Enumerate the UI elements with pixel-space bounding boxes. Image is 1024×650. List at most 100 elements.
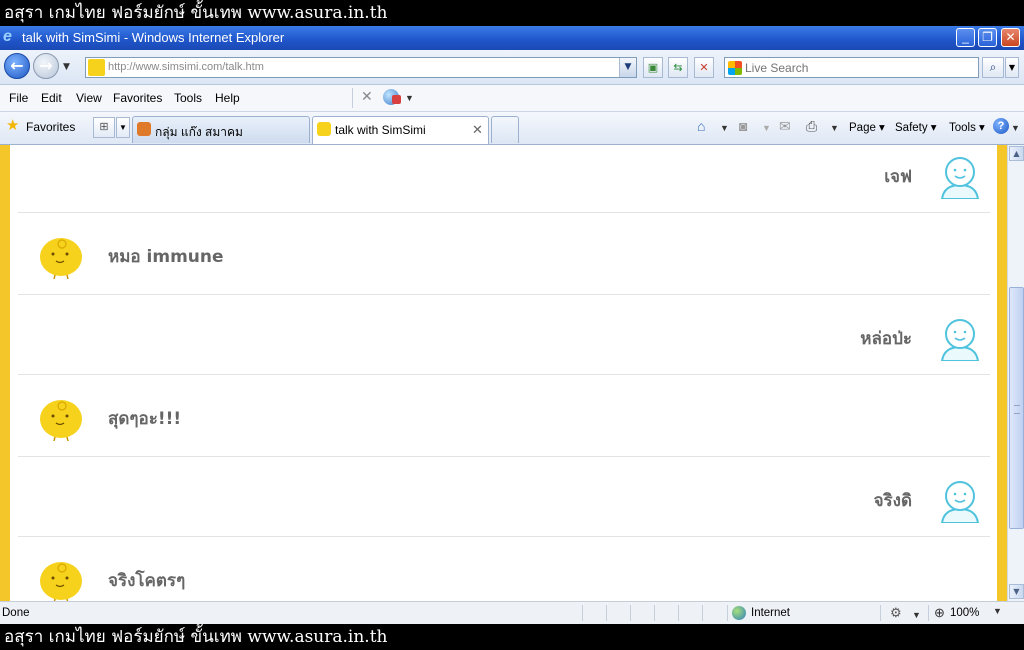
print-dropdown[interactable]: ▼ <box>830 123 839 133</box>
stop-icon[interactable]: ✕ <box>694 57 714 78</box>
home-icon[interactable]: ⌂ <box>697 118 705 134</box>
left-yellow-border <box>0 145 10 601</box>
top-banner: อสุรา เกมไทย ฟอร์มยักษ์ ขั้นเทพ www.asur… <box>0 0 1024 26</box>
window-title-bar: e talk with SimSimi - Windows Internet E… <box>0 26 1024 50</box>
address-url[interactable]: http://www.simsimi.com/talk.htm <box>108 58 264 77</box>
message-text: จริงโคตรๆ <box>108 571 186 591</box>
menu-favorites[interactable]: Favorites <box>113 91 162 105</box>
message-text: เจฟ <box>884 167 912 187</box>
safety-menu-button[interactable]: Safety ▾ <box>895 120 937 134</box>
status-divider <box>582 605 583 621</box>
search-options-dropdown[interactable]: ▼ <box>1005 57 1019 78</box>
page-menu-button[interactable]: Page ▾ <box>849 120 885 134</box>
status-divider <box>727 605 728 621</box>
tab-label: talk with SimSimi <box>335 123 426 137</box>
zoom-icon[interactable]: ⊕ <box>934 605 945 621</box>
tools-menu-button[interactable]: Tools ▾ <box>949 120 985 134</box>
internet-zone-icon <box>732 606 746 620</box>
status-divider <box>702 605 703 621</box>
status-divider <box>880 605 881 621</box>
address-dropdown-button[interactable]: ▼ <box>619 58 636 77</box>
tab-group-club[interactable]: กลุ่ม แก๊ง สมาคม <box>132 116 310 143</box>
chat-message-user: จริงดิ <box>18 457 990 537</box>
address-bar[interactable]: http://www.simsimi.com/talk.htm ▼ <box>85 57 637 78</box>
quick-tabs-icon[interactable]: ⊞ <box>93 117 115 138</box>
feeds-dropdown[interactable]: ▼ <box>762 123 771 133</box>
menu-file[interactable]: File <box>9 91 28 105</box>
chat-log: เจฟ หมอ immune หล่อป่ะ สุดๆอะ!!! จริงดิ … <box>18 145 990 601</box>
close-toolbar-icon[interactable]: ✕ <box>361 88 373 105</box>
back-button[interactable]: ← <box>4 53 30 79</box>
message-text: หล่อป่ะ <box>860 329 912 349</box>
simsimi-avatar-icon <box>40 400 82 441</box>
simsimi-avatar-icon <box>40 238 82 279</box>
user-avatar-icon <box>940 481 980 523</box>
new-tab-button[interactable] <box>491 116 519 143</box>
tab-close-icon[interactable]: ✕ <box>472 122 483 138</box>
minimize-button[interactable]: _ <box>956 28 975 47</box>
user-avatar-icon <box>940 157 980 199</box>
search-input[interactable] <box>745 59 973 76</box>
print-icon[interactable]: ⎙ <box>806 118 817 134</box>
message-text: จริงดิ <box>873 491 912 511</box>
chat-message-user: เจฟ <box>18 145 990 213</box>
right-yellow-border <box>997 145 1007 601</box>
status-divider <box>654 605 655 621</box>
help-dropdown[interactable]: ▼ <box>1011 123 1020 133</box>
toolbar-addon-dropdown[interactable]: ▼ <box>405 93 414 103</box>
status-divider <box>678 605 679 621</box>
chat-message-simsimi: จริงโคตรๆ <box>18 537 990 601</box>
zoom-level[interactable]: 100% <box>950 607 979 619</box>
mail-icon[interactable]: ✉ <box>779 118 791 134</box>
favorites-star-icon[interactable]: ★ <box>6 118 19 134</box>
chat-message-user: หล่อป่ะ <box>18 295 990 375</box>
window-title: talk with SimSimi - Windows Internet Exp… <box>22 30 285 45</box>
favorites-button[interactable]: Favorites <box>26 120 75 134</box>
tab-list-dropdown[interactable]: ▼ <box>116 117 130 138</box>
close-button[interactable]: ✕ <box>1001 28 1020 47</box>
search-icon[interactable]: ⌕ <box>982 57 1004 78</box>
refresh-icon[interactable]: ⇆ <box>668 57 688 78</box>
tab-favicon-icon <box>137 122 151 136</box>
live-search-box[interactable] <box>724 57 979 78</box>
menu-bar: File Edit View Favorites Tools Help ✕ ▼ <box>0 85 1024 112</box>
menu-edit[interactable]: Edit <box>41 91 62 105</box>
scroll-up-button[interactable]: ▲ <box>1009 146 1024 161</box>
status-text: Done <box>2 607 30 619</box>
zoom-dropdown[interactable]: ▼ <box>993 606 1002 616</box>
help-icon[interactable]: ? <box>993 118 1009 134</box>
tab-favicon-icon <box>317 122 331 136</box>
menu-tools[interactable]: Tools <box>174 91 202 105</box>
user-avatar-icon <box>940 319 980 361</box>
menu-view[interactable]: View <box>76 91 102 105</box>
protected-mode-dropdown[interactable]: ▼ <box>912 610 921 620</box>
page-content: เจฟ หมอ immune หล่อป่ะ สุดๆอะ!!! จริงดิ … <box>0 145 1007 601</box>
maximize-button[interactable]: ❐ <box>978 28 997 47</box>
status-bar: Done Internet ⚙ ▼ ⊕ 100% ▼ <box>0 601 1024 624</box>
security-zone[interactable]: Internet <box>751 607 790 619</box>
menu-divider <box>352 88 353 108</box>
protected-mode-icon[interactable]: ⚙ <box>890 605 902 621</box>
internet-explorer-icon: e <box>3 28 12 45</box>
safety-menu-label: Safety <box>895 122 928 134</box>
chat-message-simsimi: สุดๆอะ!!! <box>18 375 990 457</box>
compatibility-view-icon[interactable]: ▣ <box>643 57 663 78</box>
status-divider <box>630 605 631 621</box>
message-text: หมอ immune <box>108 247 224 267</box>
bottom-banner: อสุรา เกมไทย ฟอร์มยักษ์ ขั้นเทพ www.asur… <box>0 624 1024 650</box>
feeds-icon[interactable]: ◙ <box>739 118 747 134</box>
tools-menu-label: Tools <box>949 122 976 134</box>
scrollbar-grip <box>1014 405 1020 414</box>
status-divider <box>928 605 929 621</box>
menu-help[interactable]: Help <box>215 91 240 105</box>
scrollbar-thumb[interactable] <box>1009 287 1024 529</box>
tab-talk-with-simsimi[interactable]: talk with SimSimi ✕ <box>312 116 489 144</box>
tab-label: กลุ่ม แก๊ง สมาคม <box>155 125 243 139</box>
recent-pages-dropdown[interactable]: ▼ <box>63 62 70 72</box>
vertical-scrollbar[interactable]: ▲ ▼ <box>1007 145 1024 601</box>
home-dropdown[interactable]: ▼ <box>720 123 729 133</box>
forward-button[interactable]: → <box>33 53 59 79</box>
tab-bar: ★ Favorites ⊞ ▼ กลุ่ม แก๊ง สมาคม talk wi… <box>0 112 1024 145</box>
scroll-down-button[interactable]: ▼ <box>1009 584 1024 599</box>
toolbar-addon-badge-icon <box>392 95 401 104</box>
